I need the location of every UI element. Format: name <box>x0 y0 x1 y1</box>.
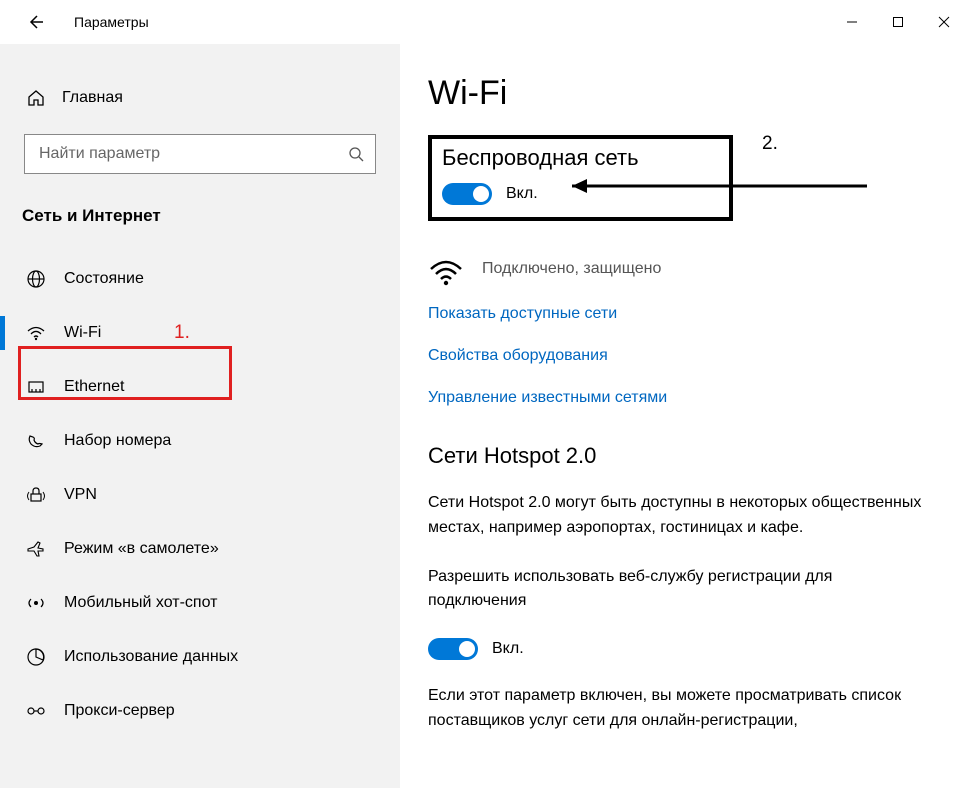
wifi-toggle-row: Вкл. <box>442 183 639 205</box>
sidebar-item-hotspot[interactable]: Мобильный хот-спот <box>0 576 400 630</box>
close-button[interactable] <box>921 6 967 38</box>
wifi-toggle-label: Вкл. <box>506 185 538 203</box>
sidebar-item-label: Мобильный хот-спот <box>64 594 217 612</box>
search-input[interactable] <box>24 134 376 174</box>
sidebar-item-status[interactable]: Состояние <box>0 252 400 306</box>
content-area: Wi-Fi Беспроводная сеть Вкл. 2. Подключе… <box>400 44 967 788</box>
proxy-icon <box>24 699 48 723</box>
hotspot-description: Сети Hotspot 2.0 могут быть доступны в н… <box>428 491 927 541</box>
wifi-status-icon <box>428 251 464 287</box>
sidebar-item-label: Ethernet <box>64 378 124 396</box>
hotspot-permission-text: Разрешить использовать веб-службу регист… <box>428 565 927 615</box>
link-show-networks[interactable]: Показать доступные сети <box>428 305 927 323</box>
sidebar-item-dialup[interactable]: Набор номера <box>0 414 400 468</box>
link-known-networks[interactable]: Управление известными сетями <box>428 389 927 407</box>
dialup-icon <box>24 429 48 453</box>
sidebar-item-ethernet[interactable]: Ethernet <box>0 360 400 414</box>
hotspot-heading: Сети Hotspot 2.0 <box>428 443 927 469</box>
wifi-status-text: Подключено, защищено <box>482 260 661 278</box>
back-button[interactable] <box>24 11 46 33</box>
wireless-section-box: Беспроводная сеть Вкл. 2. <box>428 135 733 221</box>
titlebar: Параметры <box>0 0 967 44</box>
wifi-status-row: Подключено, защищено <box>428 251 927 287</box>
sidebar-item-vpn[interactable]: VPN <box>0 468 400 522</box>
wireless-heading: Беспроводная сеть <box>442 145 639 171</box>
maximize-button[interactable] <box>875 6 921 38</box>
sidebar-item-label: Использование данных <box>64 648 238 666</box>
search-field[interactable] <box>37 144 347 164</box>
data-usage-icon <box>24 645 48 669</box>
ethernet-icon <box>24 375 48 399</box>
sidebar-item-airplane[interactable]: Режим «в самолете» <box>0 522 400 576</box>
sidebar: Главная Сеть и Интернет Состояние Wi-Fi <box>0 44 400 788</box>
sidebar-item-label: Состояние <box>64 270 144 288</box>
page-title: Wi-Fi <box>428 74 927 113</box>
wifi-icon <box>24 321 48 345</box>
minimize-button[interactable] <box>829 6 875 38</box>
sidebar-item-label: VPN <box>64 486 97 504</box>
wifi-toggle[interactable] <box>442 183 492 205</box>
sidebar-item-data-usage[interactable]: Использование данных <box>0 630 400 684</box>
window-buttons <box>829 6 967 38</box>
window-title: Параметры <box>74 14 149 30</box>
sidebar-item-label: Режим «в самолете» <box>64 540 219 558</box>
sidebar-item-label: Wi-Fi <box>64 324 101 342</box>
hotspot-toggle[interactable] <box>428 638 478 660</box>
globe-icon <box>24 267 48 291</box>
hotspot-info-text: Если этот параметр включен, вы можете пр… <box>428 684 927 734</box>
hotspot-toggle-row: Вкл. <box>428 638 927 660</box>
sidebar-item-wifi[interactable]: Wi-Fi <box>0 306 400 360</box>
hotspot-toggle-label: Вкл. <box>492 640 524 658</box>
sidebar-item-label: Набор номера <box>64 432 171 450</box>
search-icon <box>347 145 365 163</box>
home-button[interactable]: Главная <box>0 80 400 116</box>
airplane-icon <box>24 537 48 561</box>
home-icon <box>24 88 48 108</box>
annotation-2-label: 2. <box>762 133 778 155</box>
sidebar-item-label: Прокси-сервер <box>64 702 175 720</box>
vpn-icon <box>24 483 48 507</box>
hotspot-icon <box>24 591 48 615</box>
section-header: Сеть и Интернет <box>0 196 400 240</box>
sidebar-item-proxy[interactable]: Прокси-сервер <box>0 684 400 738</box>
link-hardware-properties[interactable]: Свойства оборудования <box>428 347 927 365</box>
home-label: Главная <box>62 89 123 107</box>
